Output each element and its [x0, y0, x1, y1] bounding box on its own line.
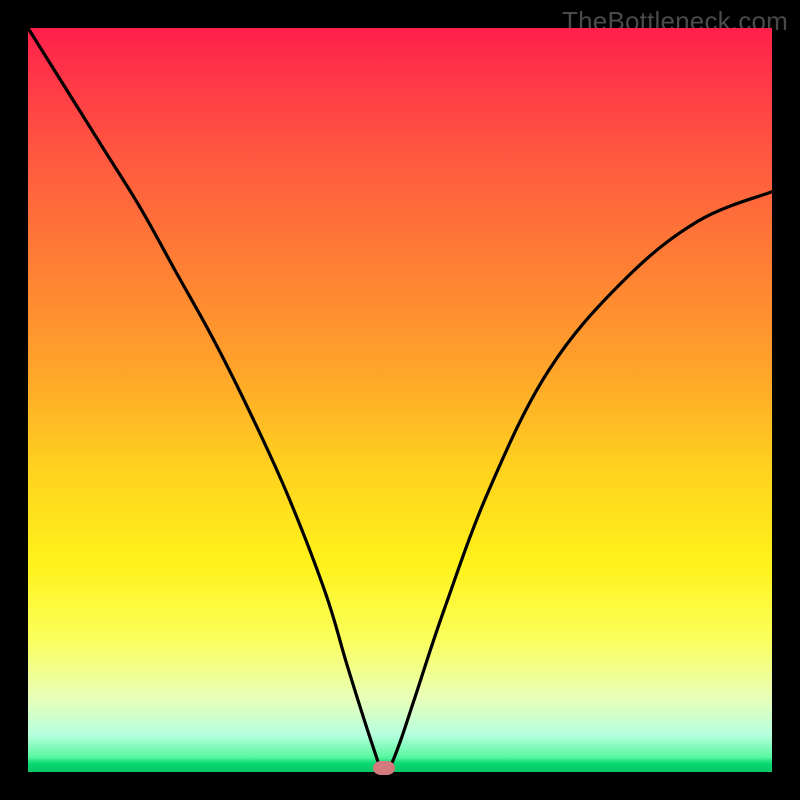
- chart-frame: TheBottleneck.com: [0, 0, 800, 800]
- optimal-point-marker: [373, 761, 395, 775]
- bottleneck-curve: [28, 28, 772, 772]
- plot-area: [28, 28, 772, 772]
